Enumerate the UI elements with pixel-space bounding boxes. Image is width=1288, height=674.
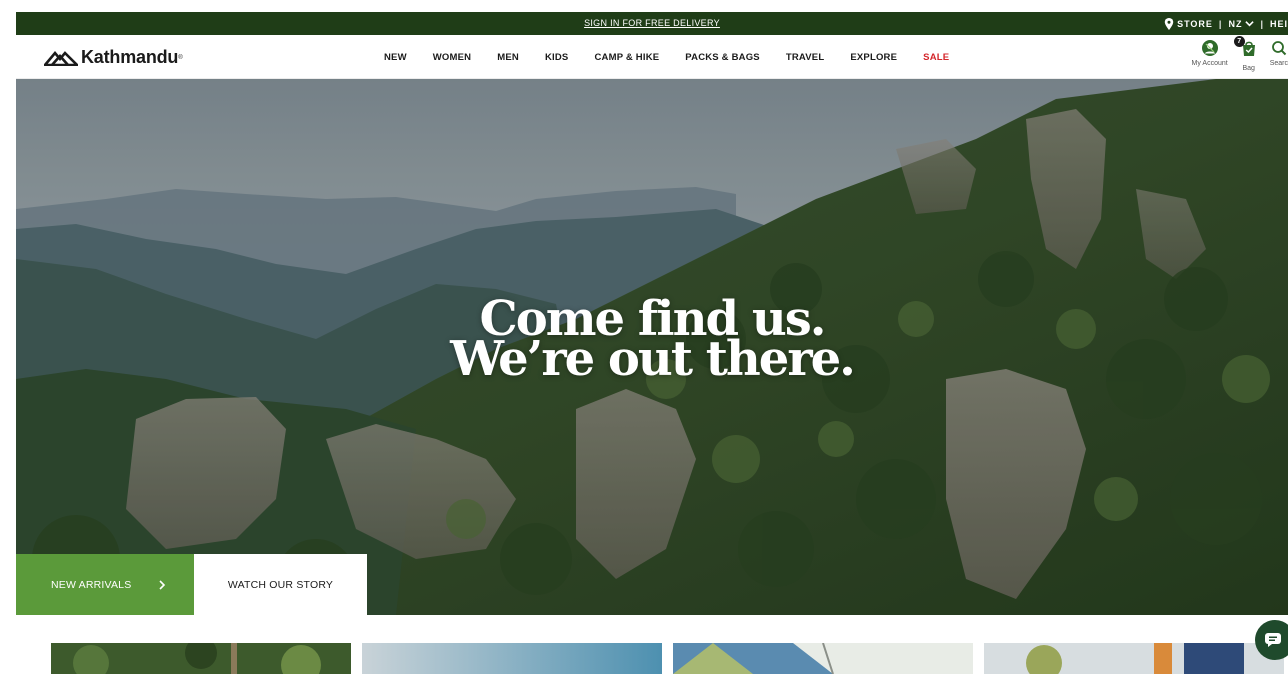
chevron-down-icon [1245,21,1255,27]
search-button[interactable]: Searc [1270,39,1288,67]
mountain-logo-icon [44,50,78,66]
hero-headline: Come find us. We’re out there. [16,295,1288,387]
nav-women[interactable]: WOMEN [433,52,471,63]
card-hiker-image [984,643,1284,674]
main-nav: NEW WOMEN MEN KIDS CAMP & HIKE PACKS & B… [384,35,975,79]
card-forest-image [51,643,351,674]
nav-camp-hike[interactable]: CAMP & HIKE [594,52,659,63]
category-cards [51,643,1288,674]
logo-registered-mark: ® [178,54,183,61]
site-header: Kathmandu ® NEW WOMEN MEN KIDS CAMP & HI… [16,35,1288,79]
bag-label: Bag [1242,65,1255,72]
kathmandu-logo[interactable]: Kathmandu ® [44,47,183,68]
new-arrivals-button[interactable]: NEW ARRIVALS [16,554,194,615]
logo-text: Kathmandu [81,47,179,67]
promo-bar: SIGN IN FOR FREE DELIVERY STORE | NZ | H… [16,12,1288,35]
hero-headline-line-2: We’re out there. [450,331,856,387]
store-label: STORE [1177,18,1213,29]
nav-sale[interactable]: SALE [923,52,949,63]
watch-our-story-button[interactable]: WATCH OUR STORY [194,554,367,615]
nav-kids[interactable]: KIDS [545,52,569,63]
new-arrivals-label: NEW ARRIVALS [51,578,132,591]
help-link[interactable]: HEI [1270,19,1288,29]
utility-links: STORE | NZ | HEI [1158,12,1288,35]
chat-icon [1265,633,1281,647]
bag-icon-wrap: 7 [1233,36,1258,62]
card-tent-image [673,643,973,674]
card-sky-image [362,643,662,674]
left-gutter [0,0,16,674]
my-account-label: My Account [1191,60,1228,67]
category-card[interactable] [984,643,1284,674]
category-card[interactable] [362,643,662,674]
pin-icon [1164,17,1174,30]
nav-men[interactable]: MEN [497,52,519,63]
category-card[interactable] [673,643,973,674]
bag-count-badge: 7 [1233,36,1245,47]
nav-explore[interactable]: EXPLORE [850,52,897,63]
chevron-right-icon [159,579,166,590]
nav-packs-bags[interactable]: PACKS & BAGS [685,52,760,63]
chat-button[interactable] [1255,620,1288,660]
region-label: NZ [1228,18,1243,29]
hero-banner: Come find us. We’re out there. NEW ARRIV… [16,79,1288,615]
my-account-button[interactable]: My Account [1192,39,1228,67]
user-circle-icon [1201,40,1218,56]
category-card[interactable] [51,643,351,674]
hero-cta-row: NEW ARRIVALS WATCH OUR STORY [16,554,367,615]
region-selector[interactable]: NZ [1228,18,1255,29]
account-tools: My Account 7 Bag Searc [1180,36,1288,75]
nav-travel[interactable]: TRAVEL [786,52,825,63]
store-link[interactable]: STORE [1164,17,1213,30]
search-label: Searc [1269,60,1288,67]
page: SIGN IN FOR FREE DELIVERY STORE | NZ | H… [0,0,1288,674]
separator: | [1260,18,1264,29]
separator: | [1218,18,1223,29]
bag-button[interactable]: 7 Bag [1233,36,1258,72]
search-icon [1271,41,1287,56]
nav-new[interactable]: NEW [384,52,407,63]
free-delivery-link[interactable]: SIGN IN FOR FREE DELIVERY [16,12,1288,35]
